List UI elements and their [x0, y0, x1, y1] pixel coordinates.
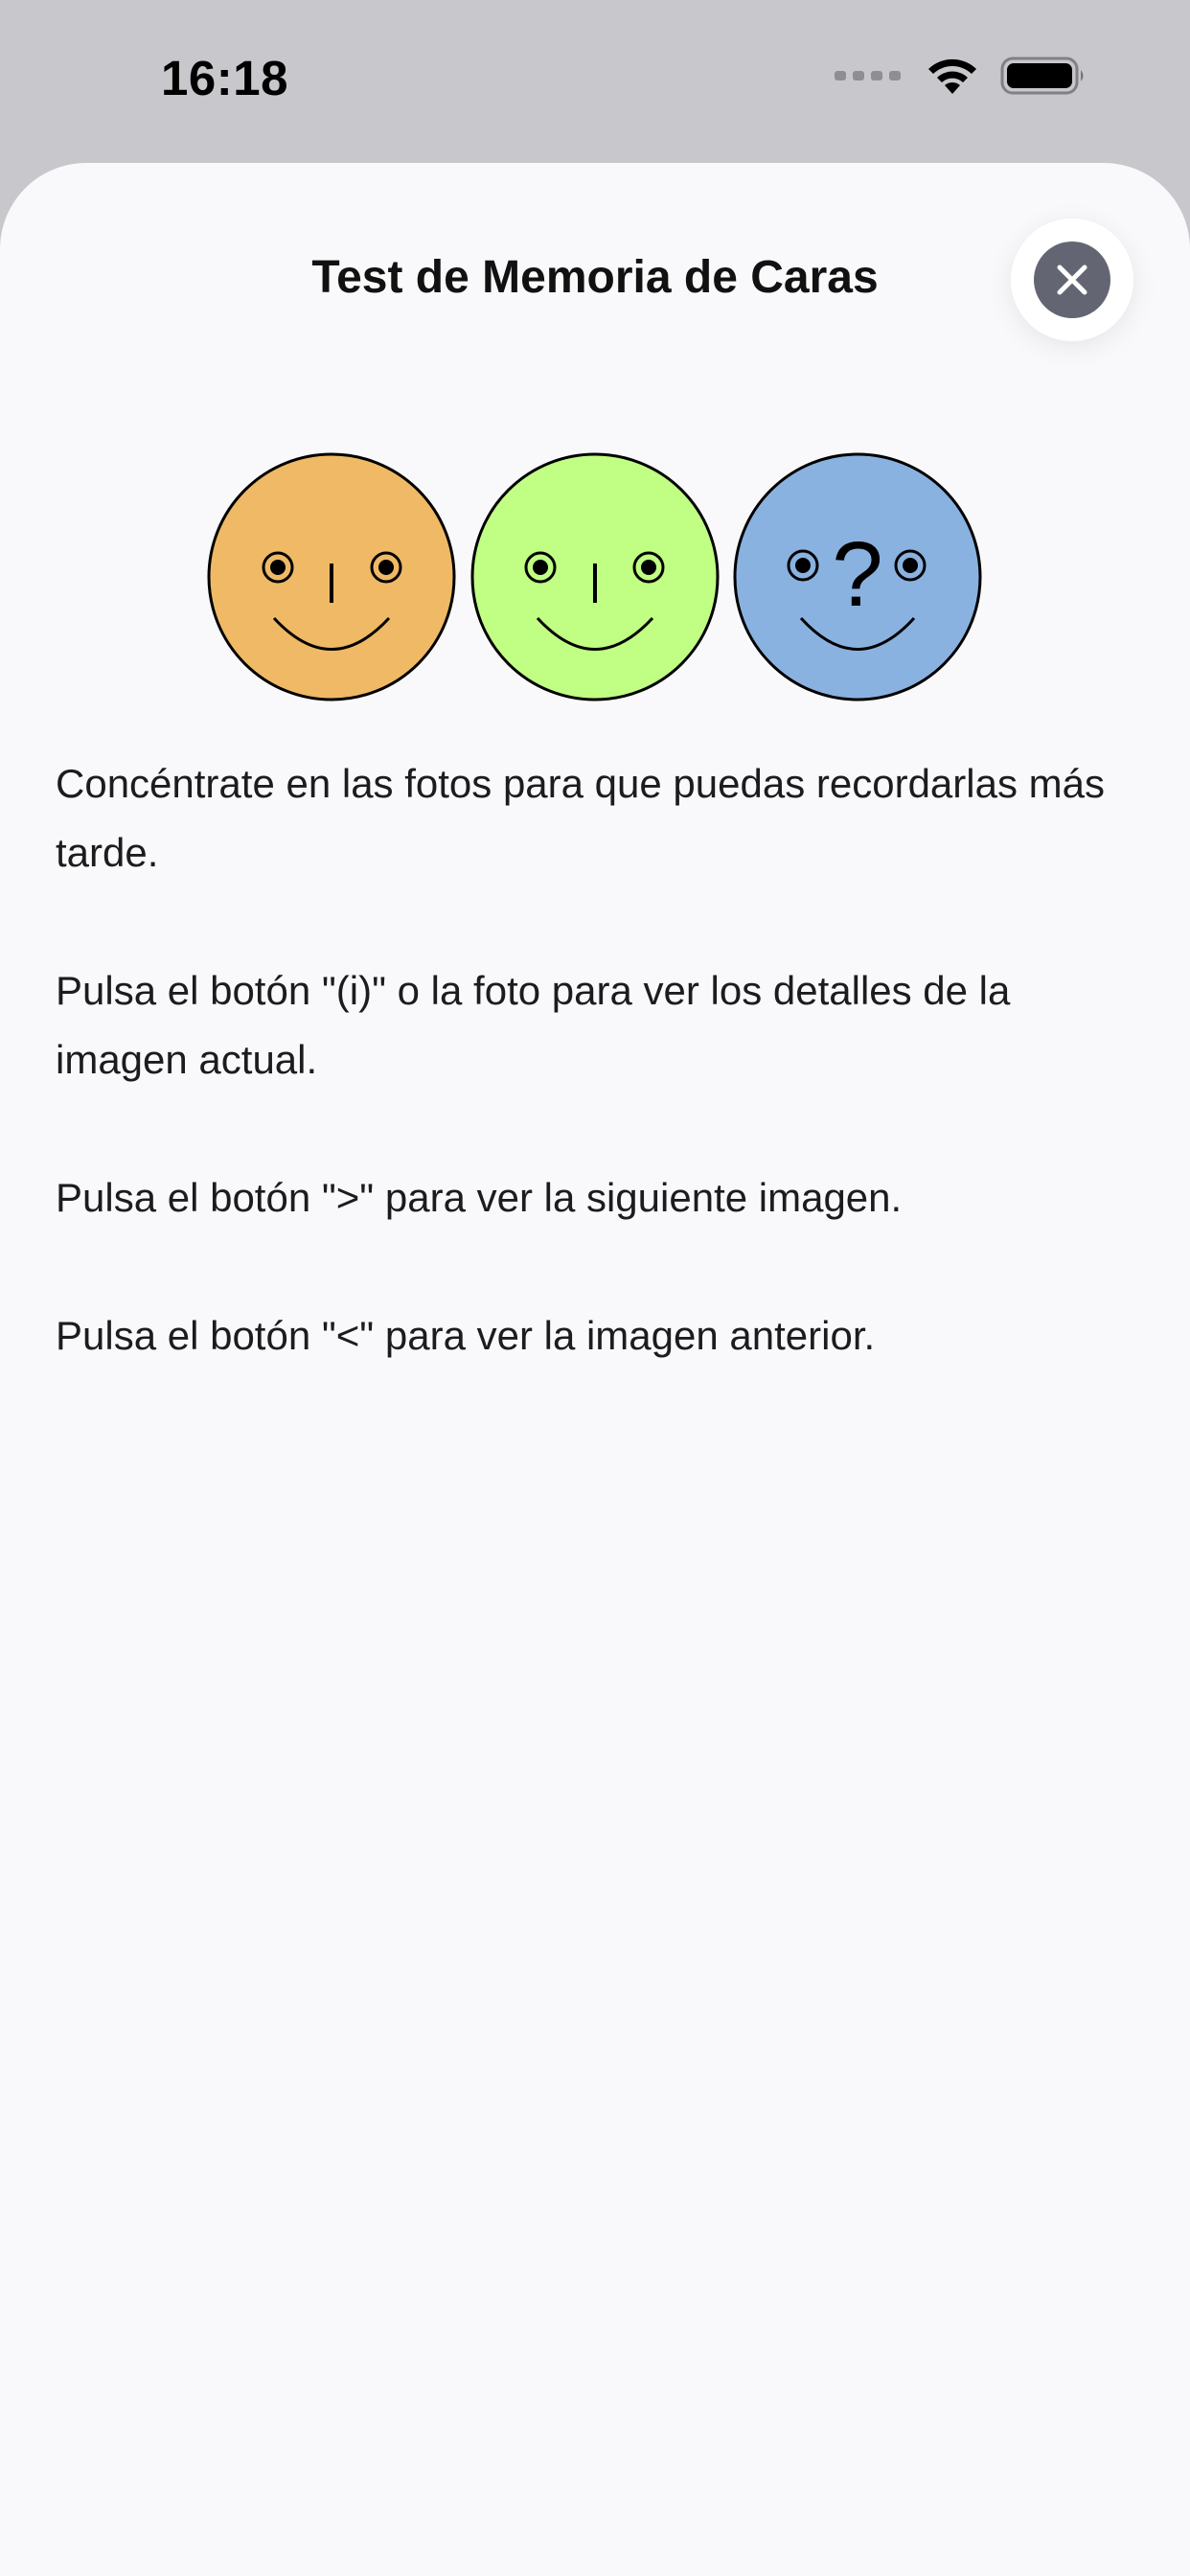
close-button-circle[interactable] — [1034, 242, 1110, 318]
instruction-details: Pulsa el botón "(i)" o la foto para ver … — [56, 968, 1011, 1082]
close-icon — [1057, 264, 1087, 295]
status-bar: 16:18 — [0, 0, 1190, 163]
instructions: Concéntrate en las fotos para que puedas… — [56, 749, 1138, 1439]
modal-sheet: Test de Memoria de Caras ? Concéntrate e… — [0, 163, 1190, 2576]
green-smiley-face — [470, 452, 720, 702]
question-mark: ? — [832, 523, 882, 626]
instruction-next: Pulsa el botón ">" para ver la siguiente… — [56, 1175, 903, 1220]
cellular-signal-icon — [835, 71, 901, 80]
blue-question-face: ? — [733, 452, 982, 702]
status-time: 16:18 — [161, 51, 288, 105]
instruction-previous: Pulsa el botón "<" para ver la imagen an… — [56, 1313, 876, 1358]
wifi-icon — [928, 58, 976, 94]
battery-icon — [1000, 57, 1084, 95]
instruction-focus: Concéntrate en las fotos para que puedas… — [56, 761, 1105, 875]
close-button[interactable] — [1011, 218, 1133, 341]
status-icons — [835, 56, 1087, 96]
orange-smiley-face — [207, 452, 456, 702]
faces-illustration: ? — [207, 452, 982, 702]
